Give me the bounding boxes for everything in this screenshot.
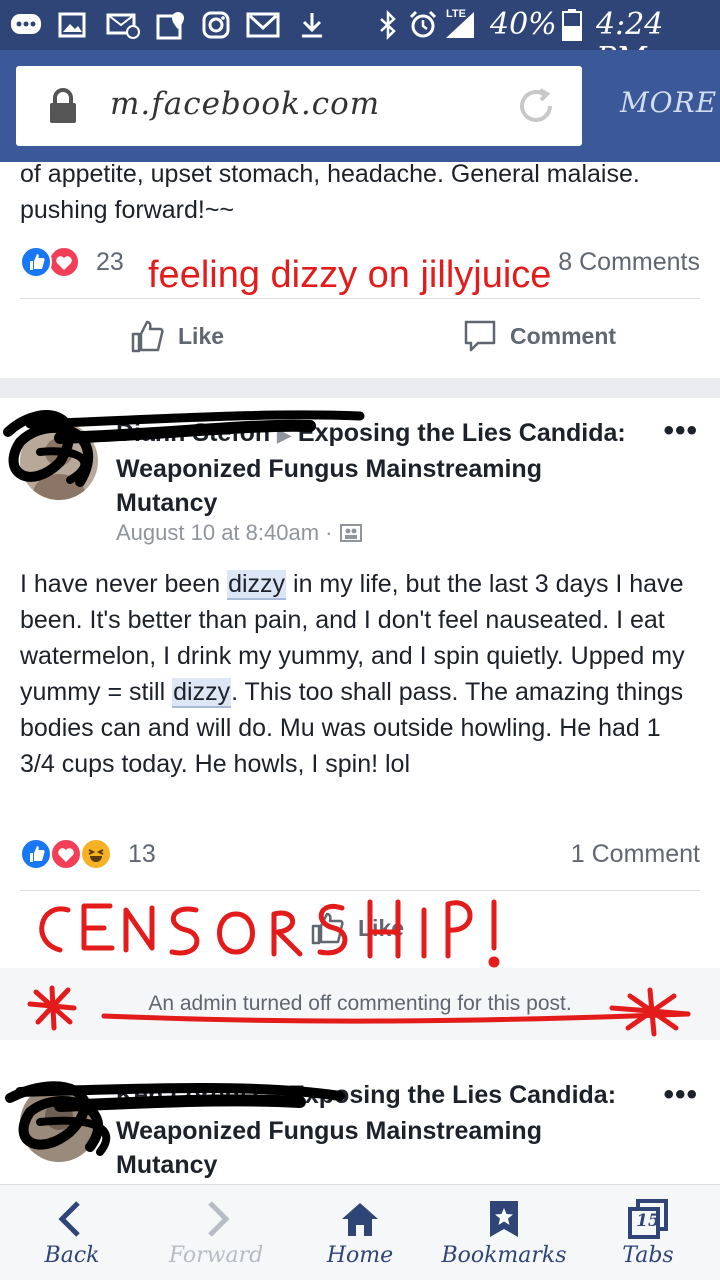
home-button[interactable]: Home bbox=[288, 1185, 432, 1280]
group-audience-icon bbox=[340, 524, 363, 542]
email-icon bbox=[106, 10, 140, 40]
instagram-icon bbox=[202, 10, 230, 40]
thumbs-up-icon bbox=[311, 912, 344, 945]
tab-count: 15 bbox=[636, 1211, 660, 1231]
alarm-icon bbox=[408, 10, 438, 40]
post-text-segment: I have never been bbox=[20, 570, 228, 598]
author-name[interactable]: Ken Lorentz bbox=[116, 1081, 260, 1109]
news-feed: of appetite, upset stomach, headache. Ge… bbox=[0, 162, 720, 1184]
comment-bubble-icon bbox=[464, 320, 496, 352]
bookmark-icon bbox=[490, 1201, 518, 1237]
gallery-icon bbox=[58, 10, 86, 40]
author-avatar[interactable] bbox=[20, 1084, 98, 1162]
divider bbox=[20, 298, 700, 299]
post-text: I have never been dizzy in my life, but … bbox=[20, 566, 700, 782]
back-button[interactable]: Back bbox=[0, 1185, 144, 1280]
reaction-count[interactable]: 13 bbox=[128, 840, 156, 869]
post-date[interactable]: August 10 at 8:40am · bbox=[116, 520, 363, 546]
annotation-caption: feeling dizzy on jillyjuice bbox=[148, 254, 552, 296]
post-header: Ken Lorentz ▶ Exposing the Lies Candida:… bbox=[116, 1078, 636, 1182]
back-arrow-icon bbox=[58, 1201, 80, 1237]
bluetooth-icon bbox=[378, 10, 398, 40]
like-reaction-icon bbox=[20, 838, 52, 870]
chat-bubbles-icon bbox=[10, 10, 42, 40]
thumbs-up-icon bbox=[131, 320, 164, 353]
comment-button[interactable]: Comment bbox=[462, 318, 616, 354]
love-reaction-icon bbox=[48, 246, 80, 278]
like-button[interactable]: Like bbox=[130, 318, 224, 354]
home-label: Home bbox=[326, 1243, 394, 1268]
tabs-label: Tabs bbox=[622, 1243, 674, 1268]
reload-icon[interactable] bbox=[514, 84, 558, 128]
address-bar[interactable]: m.facebook.com bbox=[16, 66, 582, 146]
gmail-icon bbox=[246, 10, 280, 40]
more-button[interactable]: MORE bbox=[620, 86, 717, 119]
author-avatar[interactable] bbox=[20, 422, 98, 500]
lock-icon bbox=[50, 88, 76, 123]
comments-link[interactable]: 1 Comment bbox=[571, 840, 700, 869]
battery-percent: 40% bbox=[490, 7, 557, 42]
like-button[interactable]: Like bbox=[310, 910, 404, 946]
browser-toolbar: m.facebook.com MORE bbox=[0, 50, 720, 162]
reaction-count[interactable]: 23 bbox=[96, 248, 124, 277]
download-icon bbox=[300, 10, 324, 40]
comment-label: Comment bbox=[510, 322, 617, 349]
admin-comment-notice: An admin turned off commenting for this … bbox=[0, 968, 720, 1040]
battery-icon bbox=[562, 9, 582, 41]
post-card: Ken Lorentz ▶ Exposing the Lies Candida:… bbox=[0, 1062, 720, 1184]
signal-icon bbox=[444, 10, 476, 40]
haha-reaction-icon bbox=[80, 838, 112, 870]
browser-bottom-nav: Back Forward Home Bookmarks 15 Tabs bbox=[0, 1184, 720, 1280]
divider bbox=[20, 890, 700, 891]
forward-arrow-icon bbox=[208, 1201, 230, 1237]
like-label: Like bbox=[358, 914, 405, 941]
like-reaction-icon bbox=[20, 246, 52, 278]
maps-icon bbox=[156, 10, 186, 40]
comments-link[interactable]: 8 Comments bbox=[558, 248, 700, 277]
post-options-icon[interactable]: ••• bbox=[663, 1078, 698, 1112]
post-options-icon[interactable]: ••• bbox=[663, 414, 698, 448]
bookmarks-button[interactable]: Bookmarks bbox=[432, 1185, 576, 1280]
tabs-button[interactable]: 15 Tabs bbox=[576, 1185, 720, 1280]
like-label: Like bbox=[178, 322, 225, 349]
post-text: of appetite, upset stomach, headache. Ge… bbox=[20, 162, 640, 224]
status-bar: LTE 40% 4:24 PM bbox=[0, 0, 720, 76]
highlighted-word: dizzy bbox=[227, 570, 287, 600]
date-text: August 10 at 8:40am · bbox=[116, 520, 333, 545]
post-header: Diann Stefon ▶ Exposing the Lies Candida… bbox=[116, 416, 636, 520]
triangle-right-icon: ▶ bbox=[267, 1087, 282, 1107]
bookmarks-label: Bookmarks bbox=[441, 1243, 567, 1268]
home-icon bbox=[342, 1203, 378, 1236]
back-label: Back bbox=[44, 1243, 100, 1268]
triangle-right-icon: ▶ bbox=[277, 425, 291, 445]
forward-label: Forward bbox=[168, 1243, 264, 1268]
forward-button[interactable]: Forward bbox=[144, 1185, 288, 1280]
url-text: m.facebook.com bbox=[110, 86, 381, 122]
author-name[interactable]: Diann Stefon bbox=[116, 419, 270, 447]
love-reaction-icon bbox=[50, 838, 82, 870]
highlighted-word: dizzy bbox=[172, 678, 232, 708]
